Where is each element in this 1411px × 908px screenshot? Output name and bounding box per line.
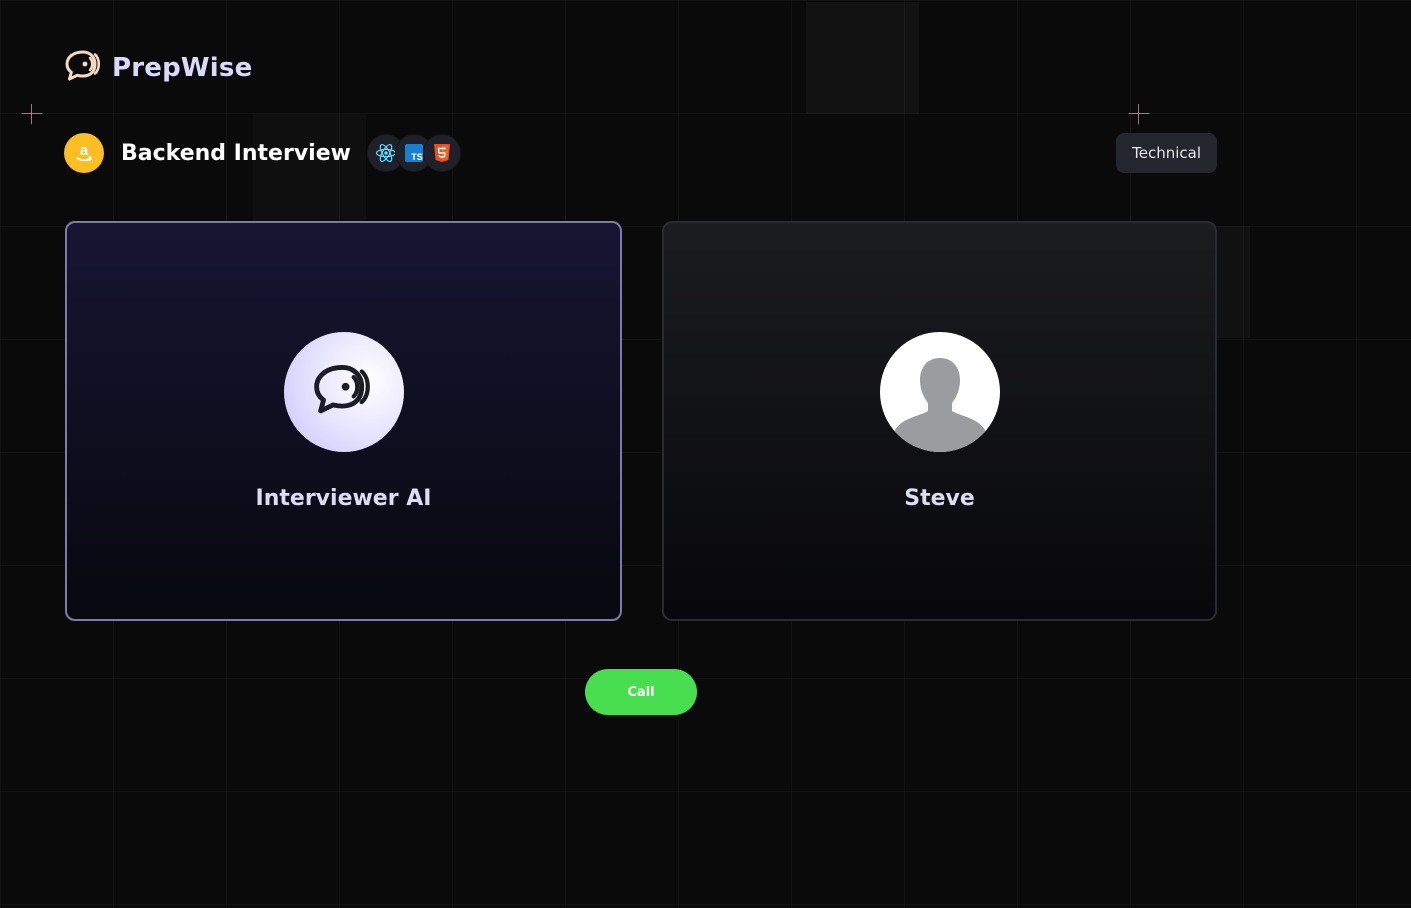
user-silhouette-icon: [880, 338, 1000, 452]
background-highlight: [806, 2, 919, 114]
chat-bubble-wave-icon: [311, 361, 377, 423]
interviewer-ai-card: Interviewer AI: [65, 221, 622, 621]
brand-logo[interactable]: PrepWise: [64, 48, 252, 88]
amazon-icon: a: [64, 133, 104, 173]
user-avatar: [879, 331, 1000, 452]
tech-stack-icons: TS: [366, 134, 461, 172]
interviewer-avatar: [283, 331, 404, 452]
user-card: Steve: [662, 221, 1217, 621]
sparkle-decoration: [1129, 104, 1149, 124]
call-button[interactable]: Call: [585, 669, 697, 715]
svg-text:TS: TS: [411, 152, 423, 162]
sparkle-decoration: [22, 104, 42, 124]
interview-title: Backend Interview: [121, 140, 351, 166]
chat-bubble-wave-icon: [64, 48, 104, 88]
svg-text:a: a: [80, 142, 89, 159]
interview-type-badge: Technical: [1116, 133, 1217, 173]
interviewer-name: Interviewer AI: [255, 485, 432, 511]
user-name: Steve: [904, 485, 975, 511]
interview-page: PrepWise a Backend Interview TS Technica…: [0, 0, 1411, 908]
brand-name: PrepWise: [112, 53, 253, 83]
html5-icon: [422, 134, 461, 172]
interview-header: a Backend Interview TS Technical: [64, 132, 1217, 174]
background-highlight: [1217, 226, 1250, 338]
